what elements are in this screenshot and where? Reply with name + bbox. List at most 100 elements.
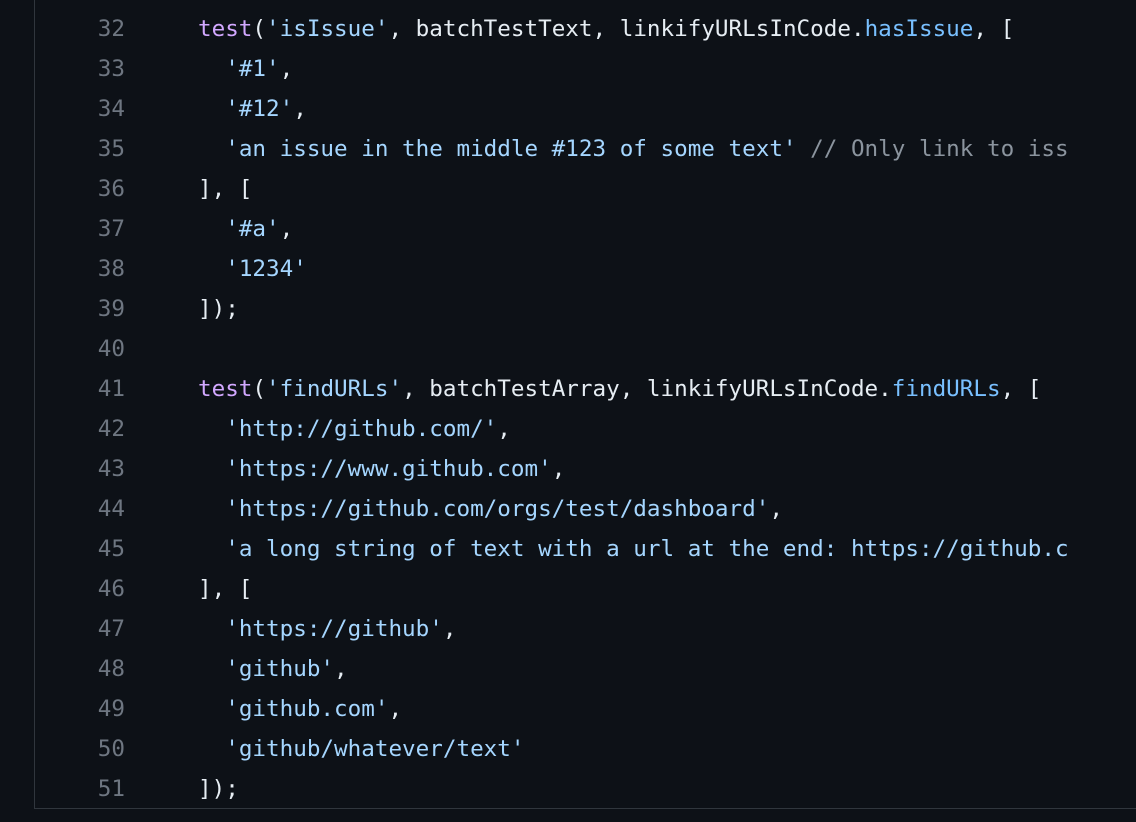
line-number[interactable]: 48 xyxy=(35,649,125,689)
line-number[interactable]: 45 xyxy=(35,529,125,569)
code-token: ( xyxy=(252,376,267,402)
line-code: test('findURLs', batchTestArray, linkify… xyxy=(125,369,1041,409)
line-number[interactable]: 43 xyxy=(35,449,125,489)
code-token: , xyxy=(293,96,307,122)
code-token: , xyxy=(279,56,294,82)
code-line: 48 'github', xyxy=(35,649,1069,689)
string-token: 'a long string of text with a url at the… xyxy=(225,536,1069,562)
code-token: ], [ xyxy=(198,176,253,202)
line-number[interactable]: 36 xyxy=(35,169,125,209)
line-number[interactable]: 41 xyxy=(35,369,125,409)
line-code: test('isIssue', batchTestText, linkifyUR… xyxy=(125,9,1014,49)
code-line: 33 '#1', xyxy=(35,49,1069,89)
line-number[interactable]: 35 xyxy=(35,129,125,169)
code-line: 35 'an issue in the middle #123 of some … xyxy=(35,129,1069,169)
line-code: ]); xyxy=(125,289,239,329)
code-line: 34 '#12', xyxy=(35,89,1069,129)
line-code: '#1', xyxy=(125,49,293,89)
string-token: 'https://github.com/orgs/test/dashboard' xyxy=(225,496,770,522)
code-line: 40 xyxy=(35,329,1069,369)
string-token: '#a' xyxy=(225,216,280,242)
string-token: 'github.com' xyxy=(225,696,389,722)
line-number[interactable]: 32 xyxy=(35,9,125,49)
line-code: 'github/whatever/text' xyxy=(125,729,524,769)
function-token: test xyxy=(198,376,253,402)
line-number[interactable]: 47 xyxy=(35,609,125,649)
line-number[interactable]: 33 xyxy=(35,49,125,89)
string-token: 'https://github' xyxy=(225,616,443,642)
function-token: test xyxy=(198,16,253,42)
line-number[interactable]: 51 xyxy=(35,769,125,808)
code-line: 38 '1234' xyxy=(35,249,1069,289)
code-token: ], [ xyxy=(198,576,253,602)
code-token: , [ xyxy=(973,16,1015,42)
string-token: 'http://github.com/' xyxy=(225,416,498,442)
line-code: 'http://github.com/', xyxy=(125,409,511,449)
property-token: hasIssue xyxy=(864,16,974,42)
string-token: '#12' xyxy=(225,96,294,122)
line-code: 'github', xyxy=(125,649,348,689)
string-token: 'isIssue' xyxy=(266,16,389,42)
code-line: 39]); xyxy=(35,289,1069,329)
line-code: 'https://www.github.com', xyxy=(125,449,565,489)
code-token: , xyxy=(279,216,294,242)
string-token: '1234' xyxy=(225,256,307,282)
code-line: 49 'github.com', xyxy=(35,689,1069,729)
line-number[interactable]: 50 xyxy=(35,729,125,769)
line-code: ], [ xyxy=(125,169,252,209)
code-token: ( xyxy=(252,16,267,42)
string-token: 'https://www.github.com' xyxy=(225,456,552,482)
line-code: 'github.com', xyxy=(125,689,402,729)
line-number[interactable]: 38 xyxy=(35,249,125,289)
code-viewer: 32 test('isIssue', batchTestText, linkify… xyxy=(34,0,1136,809)
string-token: 'findURLs' xyxy=(266,376,403,402)
code-token: , xyxy=(769,496,783,522)
line-number[interactable]: 37 xyxy=(35,209,125,249)
line-number[interactable]: 46 xyxy=(35,569,125,609)
line-code: '1234' xyxy=(125,249,307,289)
line-code: 'https://github', xyxy=(125,609,456,649)
code-line: 51]); xyxy=(35,769,1069,808)
line-number[interactable]: 42 xyxy=(35,409,125,449)
code-table: 32 test('isIssue', batchTestText, linkify… xyxy=(35,9,1069,808)
code-line: 37 '#a', xyxy=(35,209,1069,249)
code-token: , batchTestText, linkifyURLsInCode. xyxy=(388,16,865,42)
line-code: 'https://github.com/orgs/test/dashboard'… xyxy=(125,489,783,529)
code-line: 45 'a long string of text with a url at … xyxy=(35,529,1069,569)
code-token: ]); xyxy=(198,776,239,802)
string-token: 'an issue in the middle #123 of some tex… xyxy=(225,136,797,162)
line-code: '#12', xyxy=(125,89,307,129)
line-number[interactable]: 44 xyxy=(35,489,125,529)
comment-token: // Only link to iss xyxy=(810,136,1069,162)
line-code: 'an issue in the middle #123 of some tex… xyxy=(125,129,1069,169)
code-line: 50 'github/whatever/text' xyxy=(35,729,1069,769)
line-number[interactable]: 49 xyxy=(35,689,125,729)
code-token: , xyxy=(442,616,457,642)
code-token: , xyxy=(497,416,511,442)
code-line: 41 test('findURLs', batchTestArray, linki… xyxy=(35,369,1069,409)
line-number[interactable]: 34 xyxy=(35,89,125,129)
code-line: 42 'http://github.com/', xyxy=(35,409,1069,449)
code-token: , xyxy=(334,656,348,682)
line-code: '#a', xyxy=(125,209,293,249)
code-token: , xyxy=(388,696,403,722)
string-token: 'github/whatever/text' xyxy=(225,736,525,762)
code-line: 36 ], [ xyxy=(35,169,1069,209)
line-number[interactable]: 39 xyxy=(35,289,125,329)
string-token: '#1' xyxy=(225,56,280,82)
code-line: 32 test('isIssue', batchTestText, linkify… xyxy=(35,9,1069,49)
code-token: , batchTestArray, linkifyURLsInCode. xyxy=(402,376,892,402)
line-number[interactable]: 40 xyxy=(35,329,125,369)
